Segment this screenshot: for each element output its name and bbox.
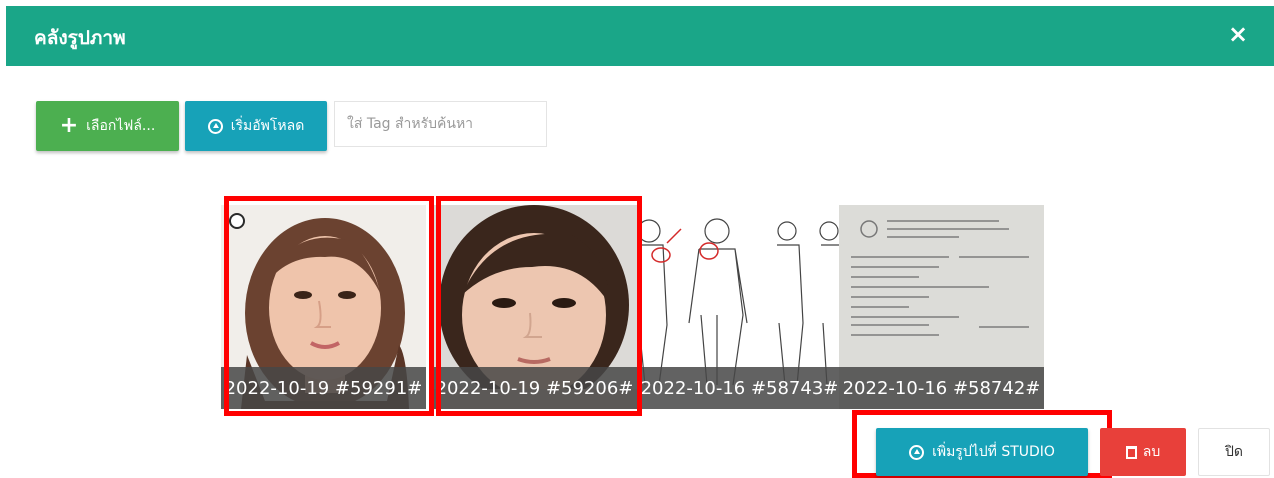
start-upload-label: เริ่มอัพโหลด — [230, 118, 305, 134]
close-label: ปิด — [1225, 444, 1243, 460]
add-to-studio-label: เพิ่มรูปไปที่ STUDIO — [932, 444, 1055, 460]
gallery-item[interactable]: 2022-10-16 #58742# — [839, 205, 1044, 409]
close-button[interactable]: ปิด — [1198, 428, 1270, 476]
choose-files-button[interactable]: + เลือกไฟล์... — [36, 101, 179, 151]
upload-circle-icon — [909, 444, 925, 460]
image-library-modal: คลังรูปภาพ × + เลือกไฟล์... เริ่มอัพโหลด… — [6, 6, 1274, 478]
plus-icon: + — [59, 113, 79, 138]
choose-files-label: เลือกไฟล์... — [86, 118, 156, 134]
modal-title: คลังรูปภาพ — [34, 27, 126, 49]
gallery-item[interactable]: 2022-10-19 #59206# — [432, 205, 637, 409]
gallery-caption: 2022-10-16 #58742# — [839, 367, 1044, 409]
add-to-studio-button[interactable]: เพิ่มรูปไปที่ STUDIO — [876, 428, 1088, 476]
gallery-caption: 2022-10-16 #58743# — [637, 367, 842, 409]
delete-button[interactable]: ลบ — [1100, 428, 1186, 476]
close-icon[interactable]: × — [1228, 20, 1248, 48]
start-upload-button[interactable]: เริ่มอัพโหลด — [185, 101, 327, 151]
trash-icon — [1125, 445, 1137, 459]
gallery-item[interactable]: 2022-10-19 #59291# — [221, 205, 426, 409]
gallery-caption: 2022-10-19 #59291# — [221, 367, 426, 409]
delete-label: ลบ — [1142, 444, 1161, 460]
gallery-caption: 2022-10-19 #59206# — [432, 367, 637, 409]
modal-header: คลังรูปภาพ × — [6, 6, 1274, 66]
gallery-item[interactable]: 2022-10-16 #58743# — [637, 205, 842, 409]
upload-circle-icon — [207, 118, 223, 134]
tag-search-input[interactable] — [334, 101, 547, 147]
radio-circle-icon[interactable] — [229, 213, 245, 229]
